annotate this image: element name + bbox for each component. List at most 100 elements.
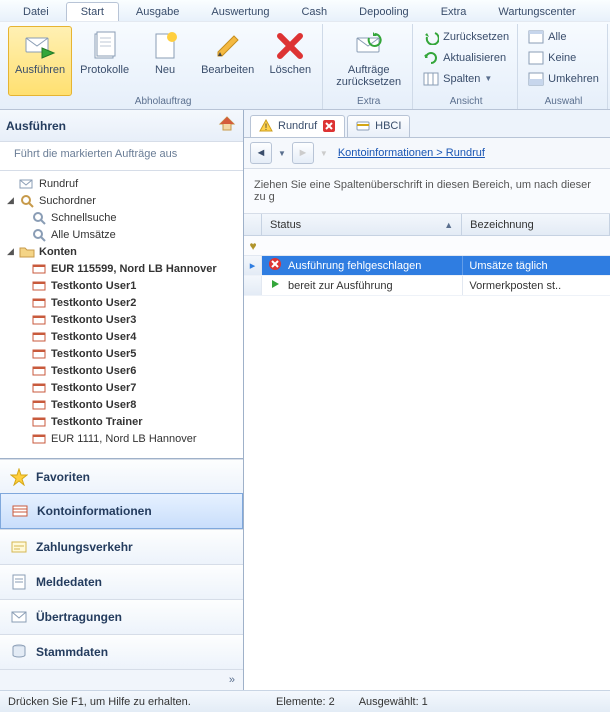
col-bezeichnung[interactable]: Bezeichnung xyxy=(462,214,610,235)
back-split-icon[interactable]: ▼ xyxy=(276,149,288,158)
tree-account[interactable]: Testkonto User7 xyxy=(0,379,243,396)
reset-envelope-icon xyxy=(353,30,385,62)
refresh-icon xyxy=(423,50,439,66)
tree-account[interactable]: Testkonto User2 xyxy=(0,294,243,311)
umkehren-button[interactable]: Umkehren xyxy=(524,68,603,89)
col-status[interactable]: Status ▲ xyxy=(262,214,462,235)
invert-select-icon xyxy=(528,71,544,87)
ribbon: Ausführen Protokolle Neu xyxy=(0,22,610,110)
protocols-icon xyxy=(89,30,121,62)
search-folder-icon xyxy=(19,193,35,209)
tree-account[interactable]: EUR 1111, Nord LB Hannover xyxy=(0,430,243,447)
tree-account[interactable]: Testkonto User8 xyxy=(0,396,243,413)
keine-button[interactable]: Keine xyxy=(524,47,603,68)
tab-close-button[interactable] xyxy=(322,119,336,133)
status-elemente: Elemente: 2 xyxy=(276,696,335,708)
status-help: Drücken Sie F1, um Hilfe zu erhalten. xyxy=(8,696,252,708)
envelope-icon xyxy=(10,608,28,626)
breadcrumb-bar: ◄ ▼ ► ▼ Kontoinformationen > Rundruf xyxy=(244,138,610,169)
menu-wartungscenter[interactable]: Wartungscenter xyxy=(483,2,590,21)
tree-account[interactable]: Testkonto User3 xyxy=(0,311,243,328)
ribbon-group-extra: Aufträge zurücksetzen Extra xyxy=(325,24,413,109)
bearbeiten-button[interactable]: Bearbeiten xyxy=(194,26,261,96)
tree-alle-umsaetze[interactable]: Alle Umsätze xyxy=(0,226,243,243)
nav-tree: Rundruf ◢ Suchordner Schnellsuche Alle U… xyxy=(0,171,243,458)
nav-forward-button[interactable]: ► xyxy=(292,142,314,164)
svg-text:!: ! xyxy=(265,122,268,132)
grid-row[interactable]: bereit zur AusführungVormerkposten st.. xyxy=(244,276,610,296)
zuruecksetzen-button[interactable]: Zurücksetzen xyxy=(419,26,513,47)
nav-panel-title: Ausführen xyxy=(6,119,66,133)
nav-sections: Favoriten Kontoinformationen Zahlungsver… xyxy=(0,458,243,690)
new-icon xyxy=(149,30,181,62)
tree-account[interactable]: Testkonto User5 xyxy=(0,345,243,362)
tab-hbci[interactable]: HBCI xyxy=(347,115,410,137)
filter-icon[interactable]: ♥ xyxy=(244,236,262,255)
menu-cash[interactable]: Cash xyxy=(286,2,342,21)
report-icon xyxy=(10,573,28,591)
tree-rundruf[interactable]: Rundruf xyxy=(0,175,243,192)
tab-strip: ! Rundruf HBCI xyxy=(244,110,610,138)
grid-indicator-col xyxy=(244,214,262,235)
ausfuehren-button[interactable]: Ausführen xyxy=(8,26,72,96)
search-icon xyxy=(31,227,47,243)
tree-account[interactable]: Testkonto User1 xyxy=(0,277,243,294)
content-panel: ! Rundruf HBCI ◄ ▼ ► ▼ Kontoinformatione… xyxy=(244,110,610,690)
play-icon xyxy=(268,277,282,294)
nav-stammdaten[interactable]: Stammdaten xyxy=(0,634,243,669)
tree-suchordner[interactable]: ◢ Suchordner xyxy=(0,192,243,209)
group-hint[interactable]: Ziehen Sie eine Spaltenüberschrift in di… xyxy=(244,169,610,214)
account-icon xyxy=(31,261,47,277)
menu-extra[interactable]: Extra xyxy=(426,2,482,21)
fwd-split-icon: ▼ xyxy=(318,149,330,158)
menu-start[interactable]: Start xyxy=(66,2,119,21)
star-icon xyxy=(10,468,28,486)
grid-row[interactable]: ▸Ausführung fehlgeschlagenUmsätze täglic… xyxy=(244,256,610,276)
nav-favoriten[interactable]: Favoriten xyxy=(0,459,243,494)
folder-icon xyxy=(19,244,35,260)
nav-collapse-button[interactable]: » xyxy=(0,669,243,690)
account-icon xyxy=(31,380,47,396)
neu-button[interactable]: Neu xyxy=(137,26,193,96)
select-all-icon xyxy=(528,29,544,45)
folder-mail-icon xyxy=(19,176,35,192)
ribbon-group-abholauftrag: Ausführen Protokolle Neu xyxy=(4,24,323,109)
envelope-run-icon xyxy=(24,30,56,62)
expander-icon[interactable]: ◢ xyxy=(6,196,15,205)
payments-icon xyxy=(10,538,28,556)
ribbon-group-ansicht: Zurücksetzen Aktualisieren Spalten ▼ Ans… xyxy=(415,24,518,109)
expander-icon[interactable]: ◢ xyxy=(6,247,15,256)
loeschen-button[interactable]: Löschen xyxy=(262,26,318,96)
tree-schnellsuche[interactable]: Schnellsuche xyxy=(0,209,243,226)
tree-account[interactable]: Testkonto User6 xyxy=(0,362,243,379)
row-bezeichnung: Umsätze täglich xyxy=(469,260,547,272)
grid-header: Status ▲ Bezeichnung xyxy=(244,214,610,236)
row-status: Ausführung fehlgeschlagen xyxy=(288,260,421,272)
menu-auswertung[interactable]: Auswertung xyxy=(196,2,284,21)
home-icon[interactable] xyxy=(217,114,237,137)
menu-ausgabe[interactable]: Ausgabe xyxy=(121,2,194,21)
tab-rundruf[interactable]: ! Rundruf xyxy=(250,115,345,137)
account-icon xyxy=(31,278,47,294)
tree-konten[interactable]: ◢ Konten xyxy=(0,243,243,260)
account-icon xyxy=(31,346,47,362)
tree-account[interactable]: Testkonto User4 xyxy=(0,328,243,345)
breadcrumb-link[interactable]: Kontoinformationen > Rundruf xyxy=(338,147,485,159)
error-icon xyxy=(268,257,282,274)
nav-meldedaten[interactable]: Meldedaten xyxy=(0,564,243,599)
tree-account[interactable]: Testkonto Trainer xyxy=(0,413,243,430)
auftraege-zuruecksetzen-button[interactable]: Aufträge zurücksetzen xyxy=(329,26,408,96)
alle-button[interactable]: Alle xyxy=(524,26,603,47)
menu-datei[interactable]: Datei xyxy=(8,2,64,21)
protokolle-button[interactable]: Protokolle xyxy=(73,26,136,96)
spalten-button[interactable]: Spalten ▼ xyxy=(419,68,513,89)
nav-back-button[interactable]: ◄ xyxy=(250,142,272,164)
menu-depooling[interactable]: Depooling xyxy=(344,2,424,21)
nav-uebertragungen[interactable]: Übertragungen xyxy=(0,599,243,634)
select-none-icon xyxy=(528,50,544,66)
filter-row[interactable]: ♥ xyxy=(244,236,610,256)
aktualisieren-button[interactable]: Aktualisieren xyxy=(419,47,513,68)
nav-zahlungsverkehr[interactable]: Zahlungsverkehr xyxy=(0,529,243,564)
nav-kontoinformationen[interactable]: Kontoinformationen xyxy=(0,493,243,529)
tree-account[interactable]: EUR 115599, Nord LB Hannover xyxy=(0,260,243,277)
